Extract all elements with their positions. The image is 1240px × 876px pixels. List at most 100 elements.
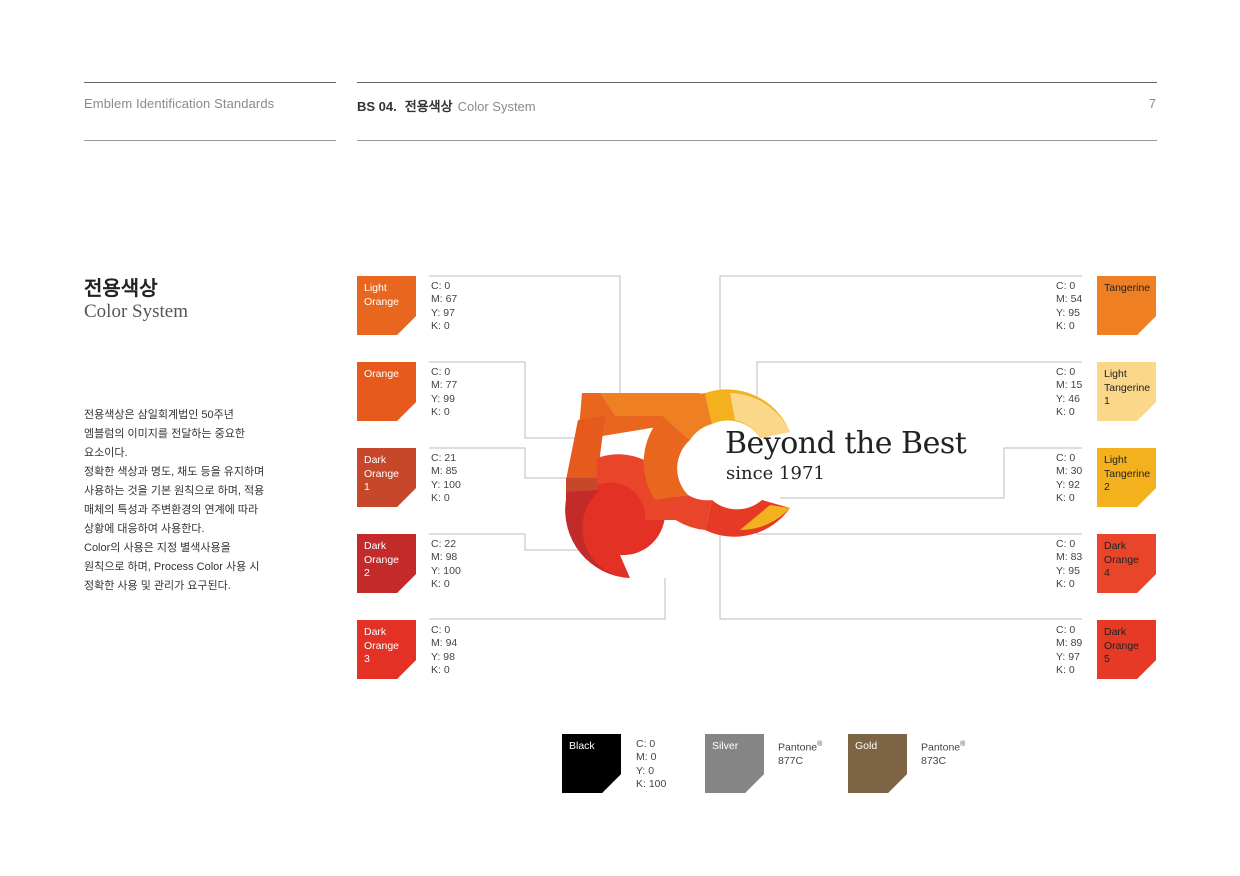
section-code: BS 04. bbox=[357, 99, 397, 114]
swatch-gold: Gold bbox=[848, 734, 907, 793]
swatch-silver: Silver bbox=[705, 734, 764, 793]
pantone-code: 873C bbox=[921, 754, 947, 767]
swatch-label: Black bbox=[569, 740, 595, 752]
cmyk-c: C: 0 bbox=[1056, 366, 1076, 378]
swatch-label: Dark Orange 2 bbox=[364, 540, 400, 579]
swatch-tangerine: Tangerine bbox=[1097, 276, 1156, 335]
swatch-label: Dark Orange 3 bbox=[364, 626, 400, 665]
cmyk-y: Y: 100 bbox=[431, 478, 461, 491]
swatch-dark-orange-1: Dark Orange 1 bbox=[357, 448, 416, 507]
cmyk-m: M: 85 bbox=[431, 465, 458, 478]
cmyk-y: Y: 99 bbox=[431, 392, 455, 405]
description-line: 요소이다. bbox=[84, 447, 128, 459]
page-title-ko: 전용색상 bbox=[84, 278, 158, 300]
cmyk-k: K: 0 bbox=[431, 405, 450, 418]
section-heading: BS 04. 전용색상 Color System bbox=[357, 96, 536, 115]
cmyk-y: Y: 100 bbox=[431, 564, 461, 577]
description-text: 전용색상은 삼일회계법인 50주년 엠블럼의 이미지를 전달하는 중요한 요소이… bbox=[84, 406, 304, 596]
five-stem bbox=[566, 416, 605, 480]
swatch-orange: Orange bbox=[357, 362, 416, 421]
cmyk-y: Y: 92 bbox=[1056, 478, 1080, 491]
cmyk-c: C: 0 bbox=[636, 738, 656, 750]
cmyk-tangerine: C: 0 M: 54 Y: 95 K: 0 bbox=[1056, 280, 1082, 333]
header-rule-main-top bbox=[357, 82, 1157, 83]
cmyk-orange: C: 0 M: 77 Y: 99 K: 0 bbox=[431, 366, 457, 419]
swatch-label: Light Tangerine 2 bbox=[1104, 454, 1151, 493]
cmyk-m: M: 54 bbox=[1056, 293, 1083, 306]
description-line: 상황에 대응하여 사용한다. bbox=[84, 523, 205, 535]
swatch-dark-orange-5: Dark Orange 5 bbox=[1097, 620, 1156, 679]
cmyk-black: C: 0 M: 0 Y: 0 K: 100 bbox=[636, 738, 666, 791]
five-bowl-upper bbox=[597, 454, 681, 520]
cmyk-k: K: 0 bbox=[1056, 663, 1075, 676]
swatch-label: Dark Orange 4 bbox=[1104, 540, 1140, 579]
swatch-label: Orange bbox=[364, 368, 400, 380]
cmyk-m: M: 98 bbox=[431, 551, 458, 564]
cmyk-y: Y: 98 bbox=[431, 650, 455, 663]
cmyk-c: C: 0 bbox=[431, 624, 451, 636]
cmyk-m: M: 89 bbox=[1056, 637, 1083, 650]
cmyk-k: K: 0 bbox=[1056, 491, 1075, 504]
cmyk-c: C: 0 bbox=[431, 280, 451, 292]
cmyk-y: Y: 46 bbox=[1056, 392, 1080, 405]
emblem-tagline-sub: since 1971 bbox=[726, 463, 825, 484]
registered-mark: ® bbox=[817, 741, 823, 748]
swatch-label: Dark Orange 1 bbox=[364, 454, 400, 493]
cmyk-k: K: 0 bbox=[431, 491, 450, 504]
cmyk-dark-orange-3: C: 0 M: 94 Y: 98 K: 0 bbox=[431, 624, 457, 677]
swatch-label: Light Orange bbox=[364, 282, 400, 308]
cmyk-m: M: 94 bbox=[431, 637, 458, 650]
swatch-black: Black bbox=[562, 734, 621, 793]
cmyk-y: Y: 0 bbox=[636, 764, 655, 777]
cmyk-c: C: 22 bbox=[431, 538, 457, 550]
swatch-light-orange: Light Orange bbox=[357, 276, 416, 335]
swatch-label: Dark Orange 5 bbox=[1104, 626, 1140, 665]
cmyk-dark-orange-5: C: 0 M: 89 Y: 97 K: 0 bbox=[1056, 624, 1082, 677]
header-rule-left-bottom bbox=[84, 140, 336, 141]
description-line: 매체의 특성과 주변환경의 연계에 따라 bbox=[84, 504, 259, 516]
cmyk-dark-orange-1: C: 21 M: 85 Y: 100 K: 0 bbox=[431, 452, 461, 505]
cmyk-light-tangerine-1: C: 0 M: 15 Y: 46 K: 0 bbox=[1056, 366, 1082, 419]
five-top-bar-accent bbox=[600, 393, 700, 416]
pantone-code: 877C bbox=[778, 754, 804, 767]
cmyk-y: Y: 95 bbox=[1056, 306, 1080, 319]
cmyk-y: Y: 97 bbox=[1056, 650, 1080, 663]
cmyk-m: M: 83 bbox=[1056, 551, 1083, 564]
page-title-en: Color System bbox=[84, 301, 188, 322]
swatch-dark-orange-2: Dark Orange 2 bbox=[357, 534, 416, 593]
cmyk-c: C: 0 bbox=[1056, 280, 1076, 292]
cmyk-m: M: 77 bbox=[431, 379, 458, 392]
emblem-tagline-main: Beyond the Best bbox=[725, 426, 967, 461]
cmyk-m: M: 0 bbox=[636, 751, 657, 764]
description-line: 정확한 사용 및 관리가 요구된다. bbox=[84, 580, 231, 592]
cmyk-c: C: 21 bbox=[431, 452, 457, 464]
cmyk-c: C: 0 bbox=[1056, 452, 1076, 464]
pantone-gold: Pantone® 873C bbox=[921, 738, 965, 768]
header-rule-main-bottom bbox=[357, 140, 1157, 141]
document-title: Emblem Identification Standards bbox=[84, 96, 275, 111]
cmyk-m: M: 67 bbox=[431, 293, 458, 306]
swatch-light-tangerine-1: Light Tangerine 1 bbox=[1097, 362, 1156, 421]
description-line: 사용하는 것을 기본 원칙으로 하며, 적용 bbox=[84, 485, 265, 497]
description-line: Color의 사용은 지정 별색사용을 bbox=[84, 542, 231, 554]
cmyk-m: M: 15 bbox=[1056, 379, 1083, 392]
description-line: 전용색상은 삼일회계법인 50주년 bbox=[84, 409, 234, 421]
five-bowl-dark bbox=[566, 478, 597, 492]
cmyk-light-tangerine-2: C: 0 M: 30 Y: 92 K: 0 bbox=[1056, 452, 1082, 505]
registered-mark: ® bbox=[960, 741, 966, 748]
swatch-dark-orange-3: Dark Orange 3 bbox=[357, 620, 416, 679]
cmyk-k: K: 0 bbox=[1056, 577, 1075, 590]
cmyk-light-orange: C: 0 M: 67 Y: 97 K: 0 bbox=[431, 280, 457, 333]
swatch-light-tangerine-2: Light Tangerine 2 bbox=[1097, 448, 1156, 507]
cmyk-k: K: 0 bbox=[431, 663, 450, 676]
cmyk-dark-orange-4: C: 0 M: 83 Y: 95 K: 0 bbox=[1056, 538, 1082, 591]
cmyk-m: M: 30 bbox=[1056, 465, 1083, 478]
swatch-label: Light Tangerine 1 bbox=[1104, 368, 1151, 407]
swatch-label: Gold bbox=[855, 740, 878, 752]
cmyk-c: C: 0 bbox=[1056, 624, 1076, 636]
cmyk-k: K: 100 bbox=[636, 777, 667, 790]
cmyk-k: K: 0 bbox=[431, 577, 450, 590]
description-line: 엠블럼의 이미지를 전달하는 중요한 bbox=[84, 428, 245, 440]
pantone-silver: Pantone® 877C bbox=[778, 738, 822, 768]
cmyk-k: K: 0 bbox=[431, 319, 450, 332]
